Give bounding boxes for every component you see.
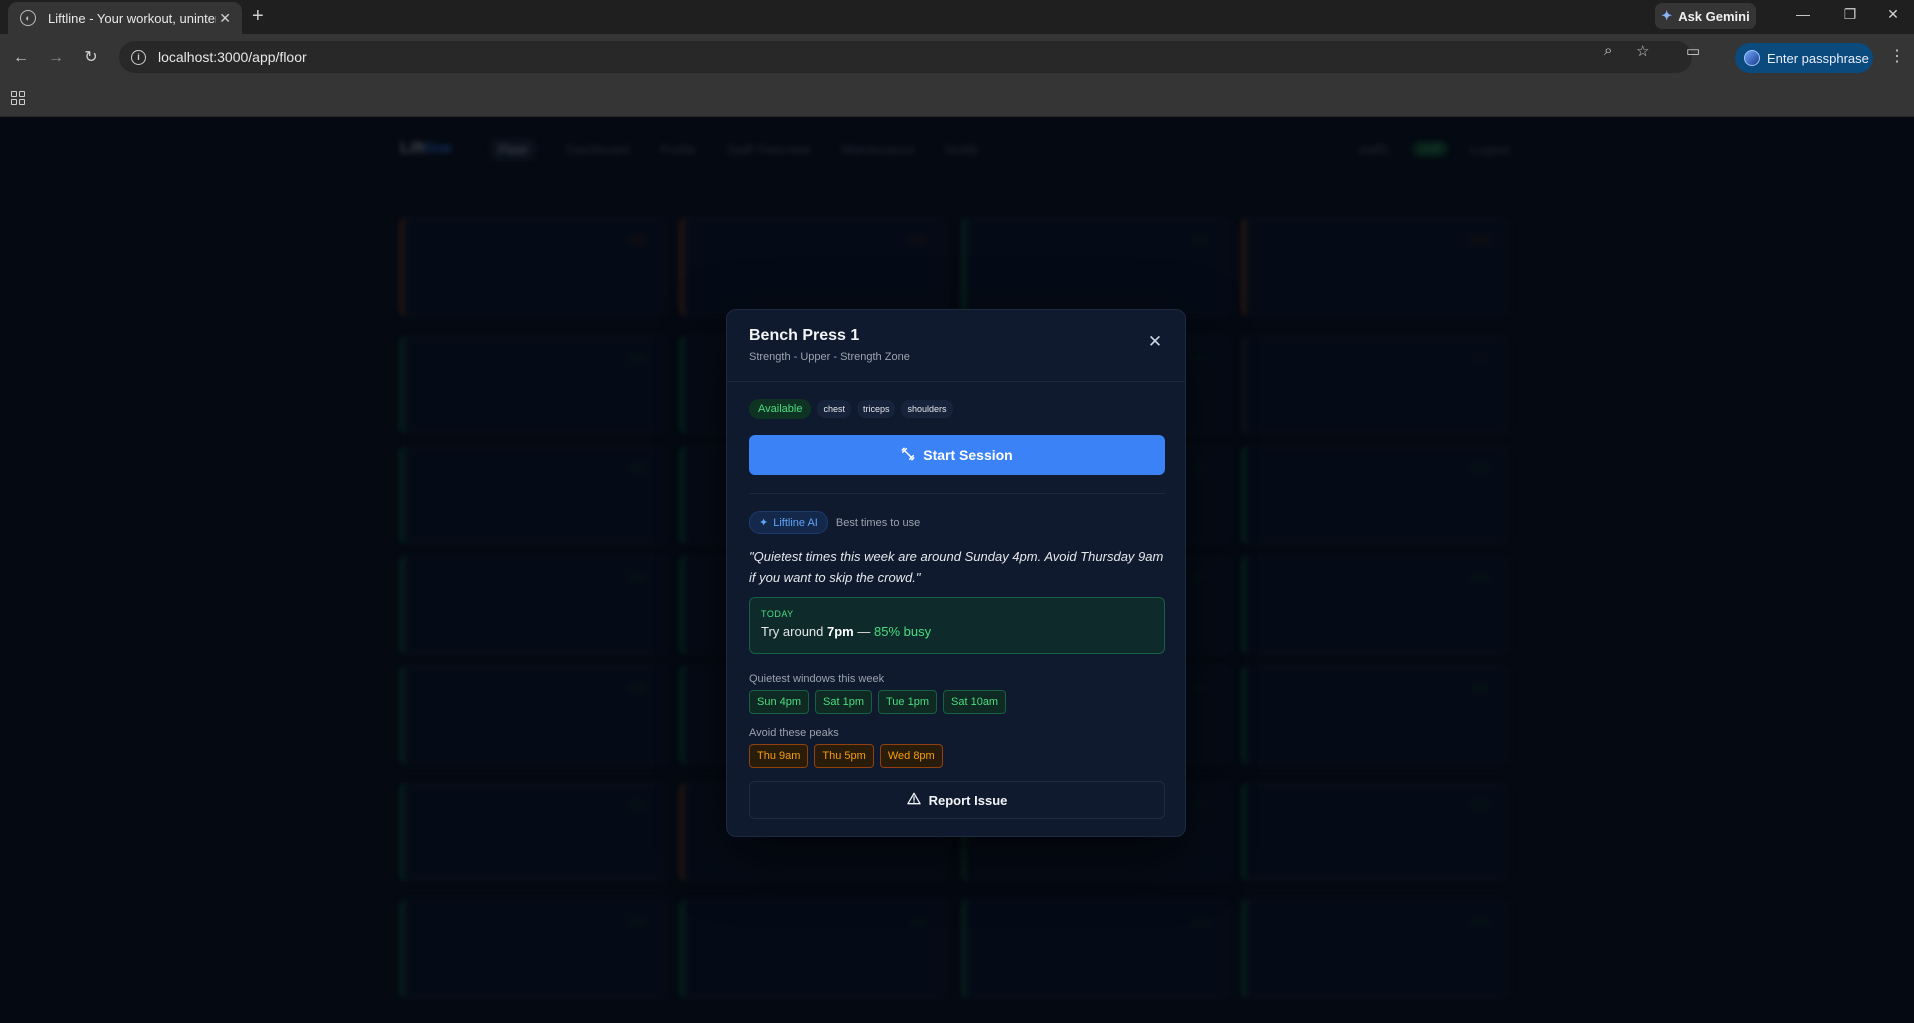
apps-grid-icon[interactable] xyxy=(11,91,25,105)
peak-chip: Wed 8pm xyxy=(879,744,943,768)
modal-header: Bench Press 1 Strength - Upper - Strengt… xyxy=(727,310,1185,382)
divider xyxy=(749,493,1165,494)
menu-kebab-icon[interactable]: ⋮ xyxy=(1889,46,1905,66)
tag-row: Available chest triceps shoulders xyxy=(749,399,953,419)
today-busy: 85% busy xyxy=(874,624,932,639)
site-info-icon[interactable]: i xyxy=(131,49,146,65)
globe-icon: ◐ xyxy=(20,10,36,26)
muscle-tag-shoulders: shoulders xyxy=(901,400,953,418)
liftline-ai-label: Liftline AI xyxy=(773,516,818,529)
bookmark-star-icon[interactable]: ☆ xyxy=(1636,42,1649,60)
enter-passphrase-button[interactable]: Enter passphrase xyxy=(1735,43,1873,73)
best-times-label: Best times to use xyxy=(835,516,921,529)
peaks-row: Thu 9am Thu 5pm Wed 8pm xyxy=(749,744,943,768)
browser-tab[interactable]: ◐ Liftline - Your workout, uninterrupted… xyxy=(8,2,242,34)
today-label: TODAY xyxy=(761,609,794,619)
bookmarks-bar xyxy=(0,82,1914,117)
quiet-window-chip: Tue 1pm xyxy=(878,690,938,714)
equipment-modal: Bench Press 1 Strength - Upper - Strengt… xyxy=(726,309,1186,837)
tab-title: Liftline - Your workout, uninterrupted xyxy=(48,10,216,26)
quiet-window-chip: Sat 10am xyxy=(943,690,1007,714)
browser-tabbar: ◐ Liftline - Your workout, uninterrupted… xyxy=(0,0,1914,34)
url-text: localhost:3000/app/floor xyxy=(158,49,307,65)
ask-gemini-label: Ask Gemini xyxy=(1678,8,1750,24)
forward-arrow-icon[interactable]: → xyxy=(45,48,67,68)
today-text: Try around 7pm — 85% busy xyxy=(761,624,932,639)
dumbbell-icon xyxy=(901,447,915,464)
window-close-icon[interactable]: ✕ xyxy=(1873,6,1913,23)
muscle-tag-triceps: triceps xyxy=(856,400,896,418)
modal-subtitle: Strength - Upper - Strength Zone xyxy=(749,351,910,363)
ai-recommendation-quote: "Quietest times this week are around Sun… xyxy=(749,549,1164,585)
quiet-window-chip: Sun 4pm xyxy=(749,690,810,714)
back-arrow-icon[interactable]: ← xyxy=(10,48,32,68)
peaks-label: Avoid these peaks xyxy=(749,727,839,739)
liftline-ai-badge: ✦ Liftline AI xyxy=(749,511,828,534)
sparkle-icon: ✦ xyxy=(759,517,769,529)
close-icon[interactable]: ✕ xyxy=(1147,332,1163,351)
today-time: 7pm xyxy=(827,624,854,639)
quiet-windows-label: Quietest windows this week xyxy=(749,673,885,685)
peak-chip: Thu 5pm xyxy=(814,744,874,768)
quiet-windows-row: Sun 4pm Sat 1pm Tue 1pm Sat 10am xyxy=(749,690,1007,714)
ai-row: ✦ Liftline AI Best times to use xyxy=(749,511,920,534)
report-issue-button[interactable]: Report Issue xyxy=(749,781,1165,819)
minimize-icon[interactable]: — xyxy=(1783,6,1823,22)
report-issue-label: Report Issue xyxy=(928,792,1008,808)
start-session-label: Start Session xyxy=(923,447,1013,463)
quiet-window-chip: Sat 1pm xyxy=(815,690,872,714)
profile-avatar-icon xyxy=(1744,50,1760,66)
media-icon[interactable]: ▭ xyxy=(1686,42,1700,60)
address-bar[interactable]: i localhost:3000/app/floor xyxy=(119,41,1692,73)
modal-title: Bench Press 1 xyxy=(749,327,860,344)
peak-chip: Thu 9am xyxy=(749,744,809,768)
tab-close-icon[interactable]: ✕ xyxy=(216,10,234,27)
restore-icon[interactable]: ❐ xyxy=(1830,6,1870,23)
today-recommendation: TODAY Try around 7pm — 85% busy xyxy=(749,597,1165,654)
browser-toolbar: ← → ↻ i localhost:3000/app/floor ⌕ ☆ ▭ E… xyxy=(0,34,1914,82)
new-tab-icon[interactable]: + xyxy=(252,6,264,26)
zoom-icon[interactable]: ⌕ xyxy=(1604,42,1612,59)
start-session-button[interactable]: Start Session xyxy=(749,435,1165,475)
reload-icon[interactable]: ↻ xyxy=(80,48,102,68)
ask-gemini-button[interactable]: ✦ Ask Gemini xyxy=(1655,3,1756,29)
muscle-tag-chest: chest xyxy=(817,400,851,418)
gemini-spark-icon: ✦ xyxy=(1661,8,1673,23)
warning-icon xyxy=(906,792,921,808)
passphrase-label: Enter passphrase xyxy=(1767,50,1869,66)
status-badge: Available xyxy=(749,399,812,419)
